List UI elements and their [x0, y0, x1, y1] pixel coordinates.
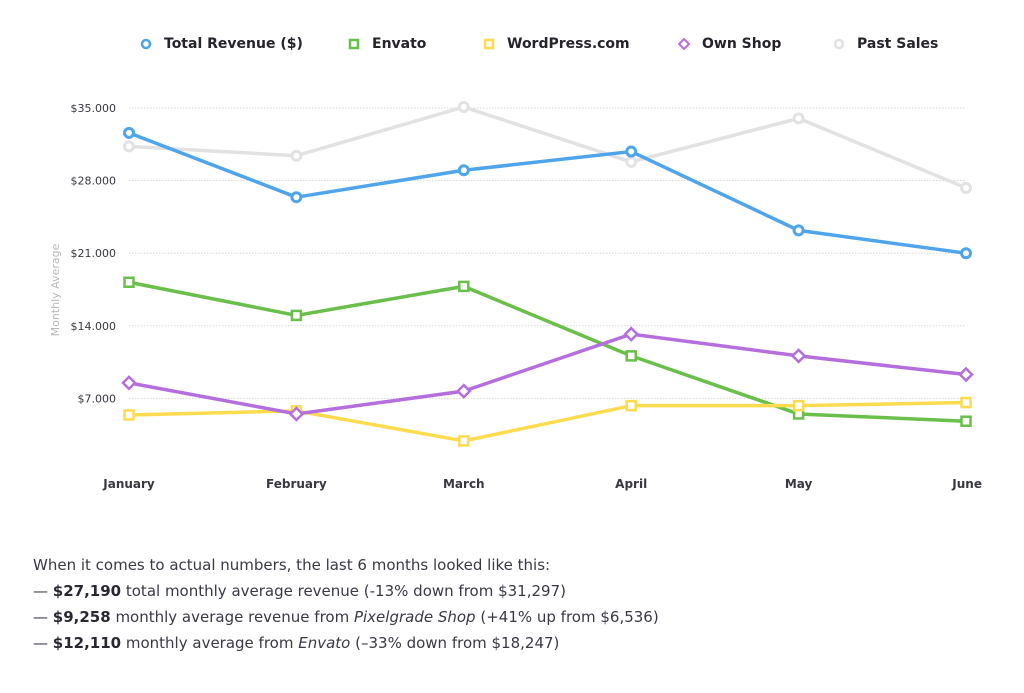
- data-point[interactable]: [625, 399, 637, 412]
- series-line: [128, 332, 967, 416]
- y-axis-label: Monthly Average: [49, 243, 62, 336]
- data-point[interactable]: [123, 140, 135, 153]
- y-axis-ticks: $7.000 $14.000 $21.000 $28.000 $35.000: [71, 102, 117, 405]
- y-tick-label: $14.000: [71, 320, 117, 333]
- series-lines: [121, 100, 974, 447]
- data-point[interactable]: [123, 409, 135, 421]
- y-tick-label: $28.000: [71, 175, 117, 188]
- y-tick-label: $35.000: [71, 102, 117, 115]
- data-point[interactable]: [623, 326, 639, 342]
- data-point[interactable]: [123, 126, 135, 139]
- data-point[interactable]: [625, 145, 638, 158]
- data-point[interactable]: [458, 435, 470, 447]
- summary-line-envato: — $12,110 monthly average from Envato (–…: [33, 634, 560, 652]
- summary-line-shop: — $9,258 monthly average revenue from Pi…: [33, 608, 659, 626]
- data-point[interactable]: [290, 149, 303, 162]
- data-point[interactable]: [458, 280, 470, 293]
- data-point[interactable]: [456, 383, 472, 399]
- line-chart: $7.000 $14.000 $21.000 $28.000 $35.000 Month…: [49, 100, 982, 491]
- series-line: [128, 131, 967, 255]
- x-tick-label: June: [951, 477, 982, 491]
- series-line: [128, 280, 967, 423]
- data-point[interactable]: [792, 399, 805, 412]
- summary-value: $9,258: [52, 608, 111, 626]
- data-point[interactable]: [457, 164, 470, 177]
- series-line: [128, 400, 967, 443]
- x-tick-label: May: [785, 477, 813, 491]
- summary-intro: When it comes to actual numbers, the las…: [33, 556, 551, 574]
- data-point[interactable]: [792, 224, 805, 237]
- data-point[interactable]: [457, 100, 470, 113]
- data-point[interactable]: [960, 181, 972, 194]
- data-point[interactable]: [792, 112, 805, 125]
- data-point[interactable]: [290, 309, 303, 322]
- data-point[interactable]: [960, 247, 972, 260]
- gridlines: [129, 107, 966, 399]
- x-tick-label: January: [102, 477, 155, 491]
- data-point[interactable]: [790, 348, 807, 364]
- data-point[interactable]: [123, 276, 135, 288]
- data-point[interactable]: [121, 375, 137, 391]
- x-tick-label: April: [615, 477, 647, 491]
- summary-value: $27,190: [52, 582, 122, 600]
- data-point[interactable]: [960, 396, 972, 409]
- summary-text: When it comes to actual numbers, the las…: [33, 552, 659, 656]
- series-total-revenue: [123, 126, 972, 260]
- summary-line-total: — $27,190 total monthly average revenue …: [33, 582, 566, 600]
- x-axis-ticks: January February March April May June: [102, 477, 982, 491]
- x-tick-label: February: [266, 477, 327, 491]
- summary-value: $12,110: [52, 634, 122, 652]
- x-tick-label: March: [443, 477, 485, 491]
- data-point[interactable]: [958, 366, 974, 383]
- series-line: [128, 105, 967, 190]
- data-point[interactable]: [625, 155, 638, 168]
- y-tick-label: $7.000: [78, 392, 117, 405]
- data-point[interactable]: [290, 191, 303, 204]
- y-tick-label: $21.000: [71, 247, 117, 260]
- data-point[interactable]: [960, 415, 972, 427]
- data-point[interactable]: [625, 350, 637, 362]
